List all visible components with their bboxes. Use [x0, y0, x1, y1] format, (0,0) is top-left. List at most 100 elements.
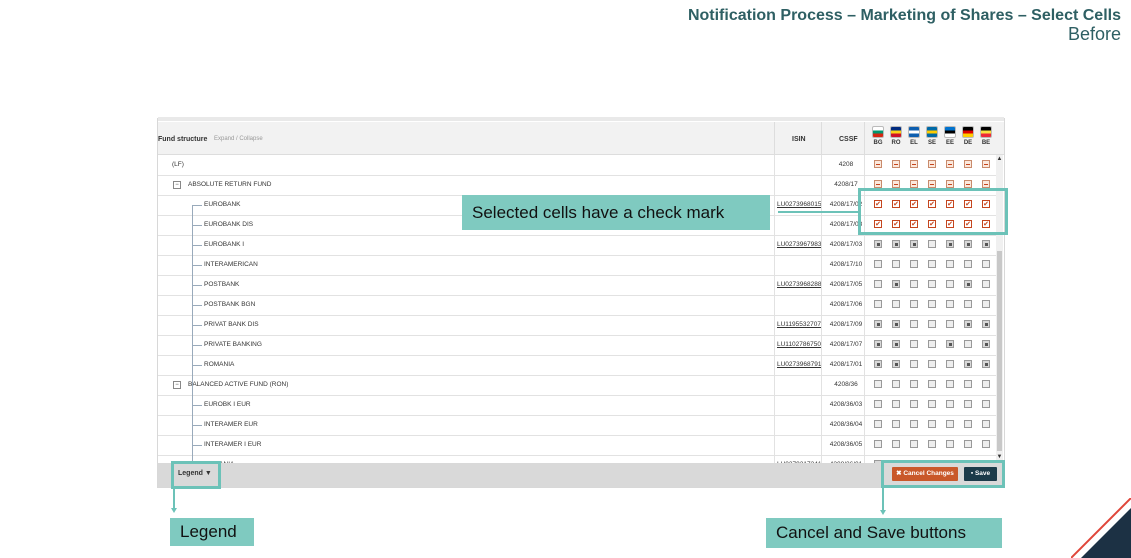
country-checkbox-bg[interactable]	[874, 420, 882, 428]
country-column-el[interactable]: EL	[906, 126, 922, 146]
country-column-be[interactable]: BE	[978, 126, 994, 146]
country-checkbox-ee[interactable]	[946, 280, 954, 288]
country-checkbox-ro[interactable]	[892, 400, 900, 408]
collapse-icon[interactable]: −	[173, 181, 181, 189]
country-checkbox-de[interactable]	[964, 160, 972, 168]
scroll-thumb[interactable]	[997, 251, 1002, 451]
country-checkbox-de[interactable]	[964, 380, 972, 388]
collapse-icon[interactable]: −	[173, 381, 181, 389]
country-checkbox-el[interactable]	[910, 360, 918, 368]
country-checkbox-el[interactable]	[910, 160, 918, 168]
country-checkbox-be[interactable]	[982, 280, 990, 288]
country-checkbox-ee[interactable]	[946, 440, 954, 448]
country-checkbox-se[interactable]	[928, 300, 936, 308]
country-checkbox-bg[interactable]	[874, 180, 882, 188]
country-checkbox-el[interactable]	[910, 300, 918, 308]
country-checkbox-se[interactable]	[928, 420, 936, 428]
country-checkbox-ee[interactable]	[946, 300, 954, 308]
isin-link[interactable]: LU0273967983	[777, 241, 821, 248]
country-checkbox-de[interactable]	[964, 260, 972, 268]
country-checkbox-de[interactable]	[964, 300, 972, 308]
country-checkbox-el[interactable]	[910, 180, 918, 188]
country-checkbox-ee[interactable]	[946, 360, 954, 368]
country-checkbox-bg[interactable]	[874, 440, 882, 448]
isin-link[interactable]: LU0273968015	[777, 201, 821, 208]
country-checkbox-ro[interactable]	[892, 380, 900, 388]
country-checkbox-be[interactable]	[982, 300, 990, 308]
country-checkbox-de[interactable]	[964, 400, 972, 408]
country-checkbox-ro[interactable]	[892, 360, 900, 368]
country-checkbox-ro[interactable]	[892, 280, 900, 288]
isin-link[interactable]: LU0273968288	[777, 281, 821, 288]
country-checkbox-se[interactable]	[928, 400, 936, 408]
country-checkbox-bg[interactable]	[874, 240, 882, 248]
country-checkbox-de[interactable]	[964, 240, 972, 248]
country-checkbox-ee[interactable]	[946, 400, 954, 408]
country-checkbox-ee[interactable]	[946, 380, 954, 388]
country-checkbox-bg[interactable]	[874, 300, 882, 308]
country-checkbox-ro[interactable]	[892, 320, 900, 328]
country-checkbox-ee[interactable]	[946, 160, 954, 168]
country-checkbox-se[interactable]	[928, 260, 936, 268]
country-checkbox-be[interactable]	[982, 360, 990, 368]
country-column-bg[interactable]: BG	[870, 126, 886, 146]
country-checkbox-el[interactable]	[910, 280, 918, 288]
country-checkbox-ro[interactable]	[892, 260, 900, 268]
country-checkbox-be[interactable]	[982, 420, 990, 428]
country-checkbox-bg[interactable]	[874, 340, 882, 348]
country-checkbox-de[interactable]	[964, 340, 972, 348]
country-checkbox-be[interactable]	[982, 340, 990, 348]
isin-link[interactable]: LU0273968791	[777, 361, 821, 368]
country-checkbox-ro[interactable]	[892, 440, 900, 448]
country-checkbox-ee[interactable]	[946, 420, 954, 428]
country-checkbox-bg[interactable]	[874, 280, 882, 288]
country-checkbox-ee[interactable]	[946, 320, 954, 328]
country-checkbox-de[interactable]	[964, 420, 972, 428]
country-checkbox-be[interactable]	[982, 160, 990, 168]
country-checkbox-ro[interactable]	[892, 160, 900, 168]
country-checkbox-se[interactable]	[928, 340, 936, 348]
country-checkbox-ee[interactable]	[946, 240, 954, 248]
country-checkbox-be[interactable]	[982, 180, 990, 188]
country-checkbox-ee[interactable]	[946, 260, 954, 268]
expand-collapse-link[interactable]: Expand / Collapse	[214, 136, 263, 142]
country-checkbox-be[interactable]	[982, 240, 990, 248]
country-checkbox-el[interactable]	[910, 320, 918, 328]
country-checkbox-ro[interactable]	[892, 420, 900, 428]
country-checkbox-se[interactable]	[928, 180, 936, 188]
country-checkbox-bg[interactable]	[874, 260, 882, 268]
country-checkbox-el[interactable]	[910, 400, 918, 408]
country-checkbox-be[interactable]	[982, 440, 990, 448]
country-column-se[interactable]: SE	[924, 126, 940, 146]
country-checkbox-ee[interactable]	[946, 180, 954, 188]
country-checkbox-bg[interactable]	[874, 380, 882, 388]
scroll-up-icon[interactable]: ▲	[996, 155, 1003, 163]
country-checkbox-de[interactable]	[964, 320, 972, 328]
country-checkbox-de[interactable]	[964, 360, 972, 368]
country-checkbox-de[interactable]	[964, 280, 972, 288]
country-checkbox-ee[interactable]	[946, 340, 954, 348]
country-column-ro[interactable]: RO	[888, 126, 904, 146]
country-column-de[interactable]: DE	[960, 126, 976, 146]
country-checkbox-el[interactable]	[910, 340, 918, 348]
country-checkbox-ro[interactable]	[892, 300, 900, 308]
country-checkbox-se[interactable]	[928, 160, 936, 168]
country-checkbox-el[interactable]	[910, 260, 918, 268]
country-checkbox-se[interactable]	[928, 240, 936, 248]
country-checkbox-ro[interactable]	[892, 340, 900, 348]
country-checkbox-be[interactable]	[982, 380, 990, 388]
country-checkbox-bg[interactable]	[874, 400, 882, 408]
country-checkbox-be[interactable]	[982, 320, 990, 328]
country-checkbox-ro[interactable]	[892, 240, 900, 248]
country-checkbox-de[interactable]	[964, 180, 972, 188]
country-checkbox-el[interactable]	[910, 380, 918, 388]
country-checkbox-be[interactable]	[982, 400, 990, 408]
country-checkbox-bg[interactable]	[874, 160, 882, 168]
country-checkbox-se[interactable]	[928, 280, 936, 288]
country-checkbox-se[interactable]	[928, 360, 936, 368]
country-checkbox-bg[interactable]	[874, 320, 882, 328]
country-checkbox-se[interactable]	[928, 380, 936, 388]
country-checkbox-el[interactable]	[910, 420, 918, 428]
country-checkbox-ro[interactable]	[892, 180, 900, 188]
country-checkbox-be[interactable]	[982, 260, 990, 268]
